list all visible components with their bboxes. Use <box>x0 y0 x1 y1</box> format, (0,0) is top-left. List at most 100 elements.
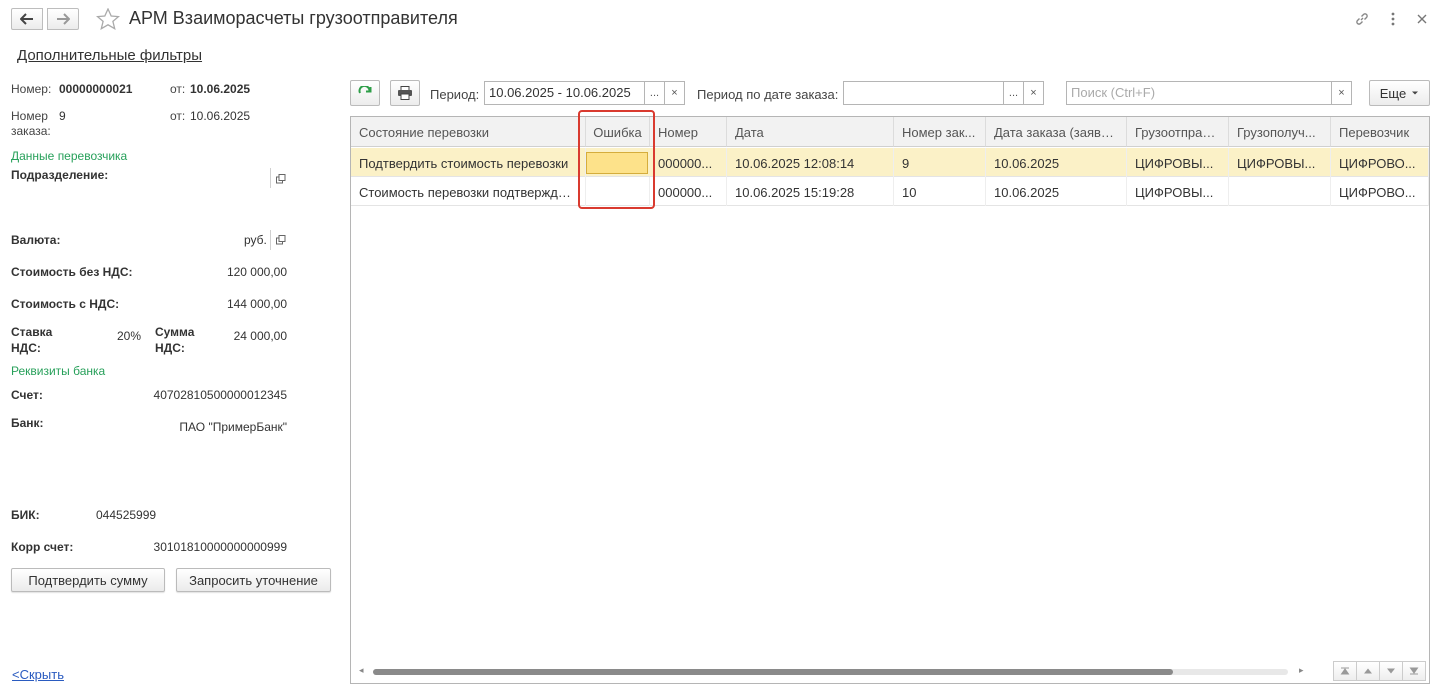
table-row[interactable]: Подтвердить стоимость перевозки 000000..… <box>351 148 1429 177</box>
period-clear-button[interactable]: × <box>665 81 685 105</box>
col-header-consignee[interactable]: Грузополуч... <box>1229 117 1331 147</box>
cell-order-date: 10.06.2025 <box>986 177 1127 206</box>
col-header-number[interactable]: Номер <box>650 117 727 147</box>
cell-consignee: ЦИФРОВЫ... <box>1229 148 1331 177</box>
vat-sum-label-line2: НДС: <box>155 341 185 355</box>
cost-no-vat-value: 120 000,00 <box>226 265 287 279</box>
cell-state: Стоимость перевозки подтверждена <box>351 177 586 206</box>
cell-error <box>586 177 650 206</box>
col-header-error[interactable]: Ошибка <box>586 117 650 147</box>
subdivision-label: Подразделение: <box>11 168 109 182</box>
order-number-label-line2: заказа: <box>11 124 51 138</box>
cost-with-vat-label: Стоимость с НДС: <box>11 297 120 311</box>
arrow-up-icon <box>1364 668 1372 674</box>
cell-shipper: ЦИФРОВЫ... <box>1127 177 1229 206</box>
period-select-button[interactable]: ... <box>645 81 665 105</box>
bank-section-title: Реквизиты банка <box>11 364 106 378</box>
cell-carrier: ЦИФРОВО... <box>1331 177 1429 206</box>
subdivision-divider <box>270 168 271 188</box>
cell-shipper: ЦИФРОВЫ... <box>1127 148 1229 177</box>
cell-number: 000000... <box>650 148 727 177</box>
back-button[interactable] <box>11 8 43 30</box>
star-icon <box>95 7 121 31</box>
col-header-carrier[interactable]: Перевозчик <box>1331 117 1429 147</box>
order-period-clear-button[interactable]: × <box>1024 81 1044 105</box>
cell-order-date: 10.06.2025 <box>986 148 1127 177</box>
cell-consignee <box>1229 177 1331 206</box>
order-period-input[interactable] <box>843 81 1004 105</box>
cell-error-input[interactable] <box>586 152 648 174</box>
go-last-button[interactable] <box>1402 661 1426 681</box>
col-header-shipper[interactable]: Грузоотправ... <box>1127 117 1229 147</box>
carrier-section-title: Данные перевозчика <box>11 149 128 163</box>
account-value: 40702810500000012345 <box>153 388 287 402</box>
go-first-button[interactable] <box>1333 661 1357 681</box>
vat-rate-value: 20% <box>116 329 141 343</box>
hide-panel-link[interactable]: <Скрыть <box>12 667 64 682</box>
grid-navigation <box>1333 661 1426 681</box>
open-window-icon <box>276 235 286 245</box>
go-down-button[interactable] <box>1379 661 1403 681</box>
corr-account-value: 30101810000000000999 <box>153 540 287 554</box>
search-clear-button[interactable]: × <box>1332 81 1352 105</box>
col-header-date[interactable]: Дата <box>727 117 894 147</box>
order-date-label: от: <box>170 109 186 123</box>
period-input[interactable]: 10.06.2025 - 10.06.2025 <box>484 81 645 105</box>
number-label: Номер: <box>11 82 52 96</box>
currency-label: Валюта: <box>11 233 61 247</box>
go-up-button[interactable] <box>1356 661 1380 681</box>
cell-carrier: ЦИФРОВО... <box>1331 148 1429 177</box>
favorite-button[interactable] <box>95 7 121 33</box>
order-date-value: 10.06.2025 <box>190 109 251 123</box>
vat-sum-label-line1: Сумма <box>155 325 195 339</box>
request-clarification-button[interactable]: Запросить уточнение <box>176 568 331 592</box>
cost-with-vat-value: 144 000,00 <box>226 297 287 311</box>
col-header-order-date[interactable]: Дата заказа (заявки) <box>986 117 1127 147</box>
dropdown-arrow-icon <box>1412 91 1419 95</box>
more-menu-button[interactable] <box>1384 10 1402 28</box>
cost-no-vat-label: Стоимость без НДС: <box>11 265 133 279</box>
close-button[interactable] <box>1413 10 1431 28</box>
order-period-select-button[interactable]: ... <box>1004 81 1024 105</box>
bank-label: Банк: <box>11 416 44 430</box>
currency-value: руб. <box>244 233 267 247</box>
scrollbar-thumb[interactable] <box>373 669 1173 675</box>
printer-icon <box>398 86 412 100</box>
more-button-label: Еще <box>1379 85 1407 101</box>
col-header-state[interactable]: Состояние перевозки <box>351 117 586 147</box>
window-title: АРМ Взаиморасчеты грузоотправителя <box>129 8 458 28</box>
cell-date: 10.06.2025 15:19:28 <box>727 177 894 206</box>
print-button[interactable] <box>390 80 420 106</box>
vat-rate-label-line2: НДС: <box>11 341 41 355</box>
open-currency-button[interactable] <box>276 234 286 245</box>
number-value: 00000000021 <box>59 82 133 96</box>
close-icon <box>1417 14 1427 24</box>
first-page-icon <box>1340 667 1350 675</box>
more-button[interactable]: Еще <box>1369 80 1430 106</box>
arrow-left-icon <box>20 13 33 25</box>
open-subdivision-button[interactable] <box>276 173 286 184</box>
scroll-left-icon[interactable]: ◂ <box>359 665 364 676</box>
confirm-sum-button[interactable]: Подтвердить сумму <box>11 568 165 592</box>
order-number-value: 9 <box>59 109 66 123</box>
table-row[interactable]: Стоимость перевозки подтверждена 000000.… <box>351 177 1429 206</box>
arrow-down-icon <box>1387 668 1395 674</box>
extra-filters-link[interactable]: Дополнительные фильтры <box>17 47 202 64</box>
more-vertical-icon <box>1391 12 1395 26</box>
bank-value: ПАО "ПримерБанк" <box>179 420 287 434</box>
refresh-button[interactable] <box>350 80 380 106</box>
horizontal-scrollbar[interactable]: ◂ ▸ <box>359 665 1304 677</box>
currency-divider <box>270 230 271 250</box>
documents-table[interactable]: Состояние перевозки Ошибка Номер Дата Но… <box>350 116 1430 684</box>
forward-button[interactable] <box>47 8 79 30</box>
refresh-icon <box>358 86 372 94</box>
col-header-order-number[interactable]: Номер зак... <box>894 117 986 147</box>
link-button[interactable] <box>1353 10 1371 28</box>
search-input[interactable]: Поиск (Ctrl+F) <box>1066 81 1332 105</box>
order-number-label-line1: Номер <box>11 109 48 123</box>
order-period-label: Период по дате заказа: <box>697 87 839 102</box>
scroll-right-icon[interactable]: ▸ <box>1299 665 1304 676</box>
period-label: Период: <box>430 87 480 102</box>
corr-account-label: Корр счет: <box>11 540 74 554</box>
link-icon <box>1356 13 1368 25</box>
